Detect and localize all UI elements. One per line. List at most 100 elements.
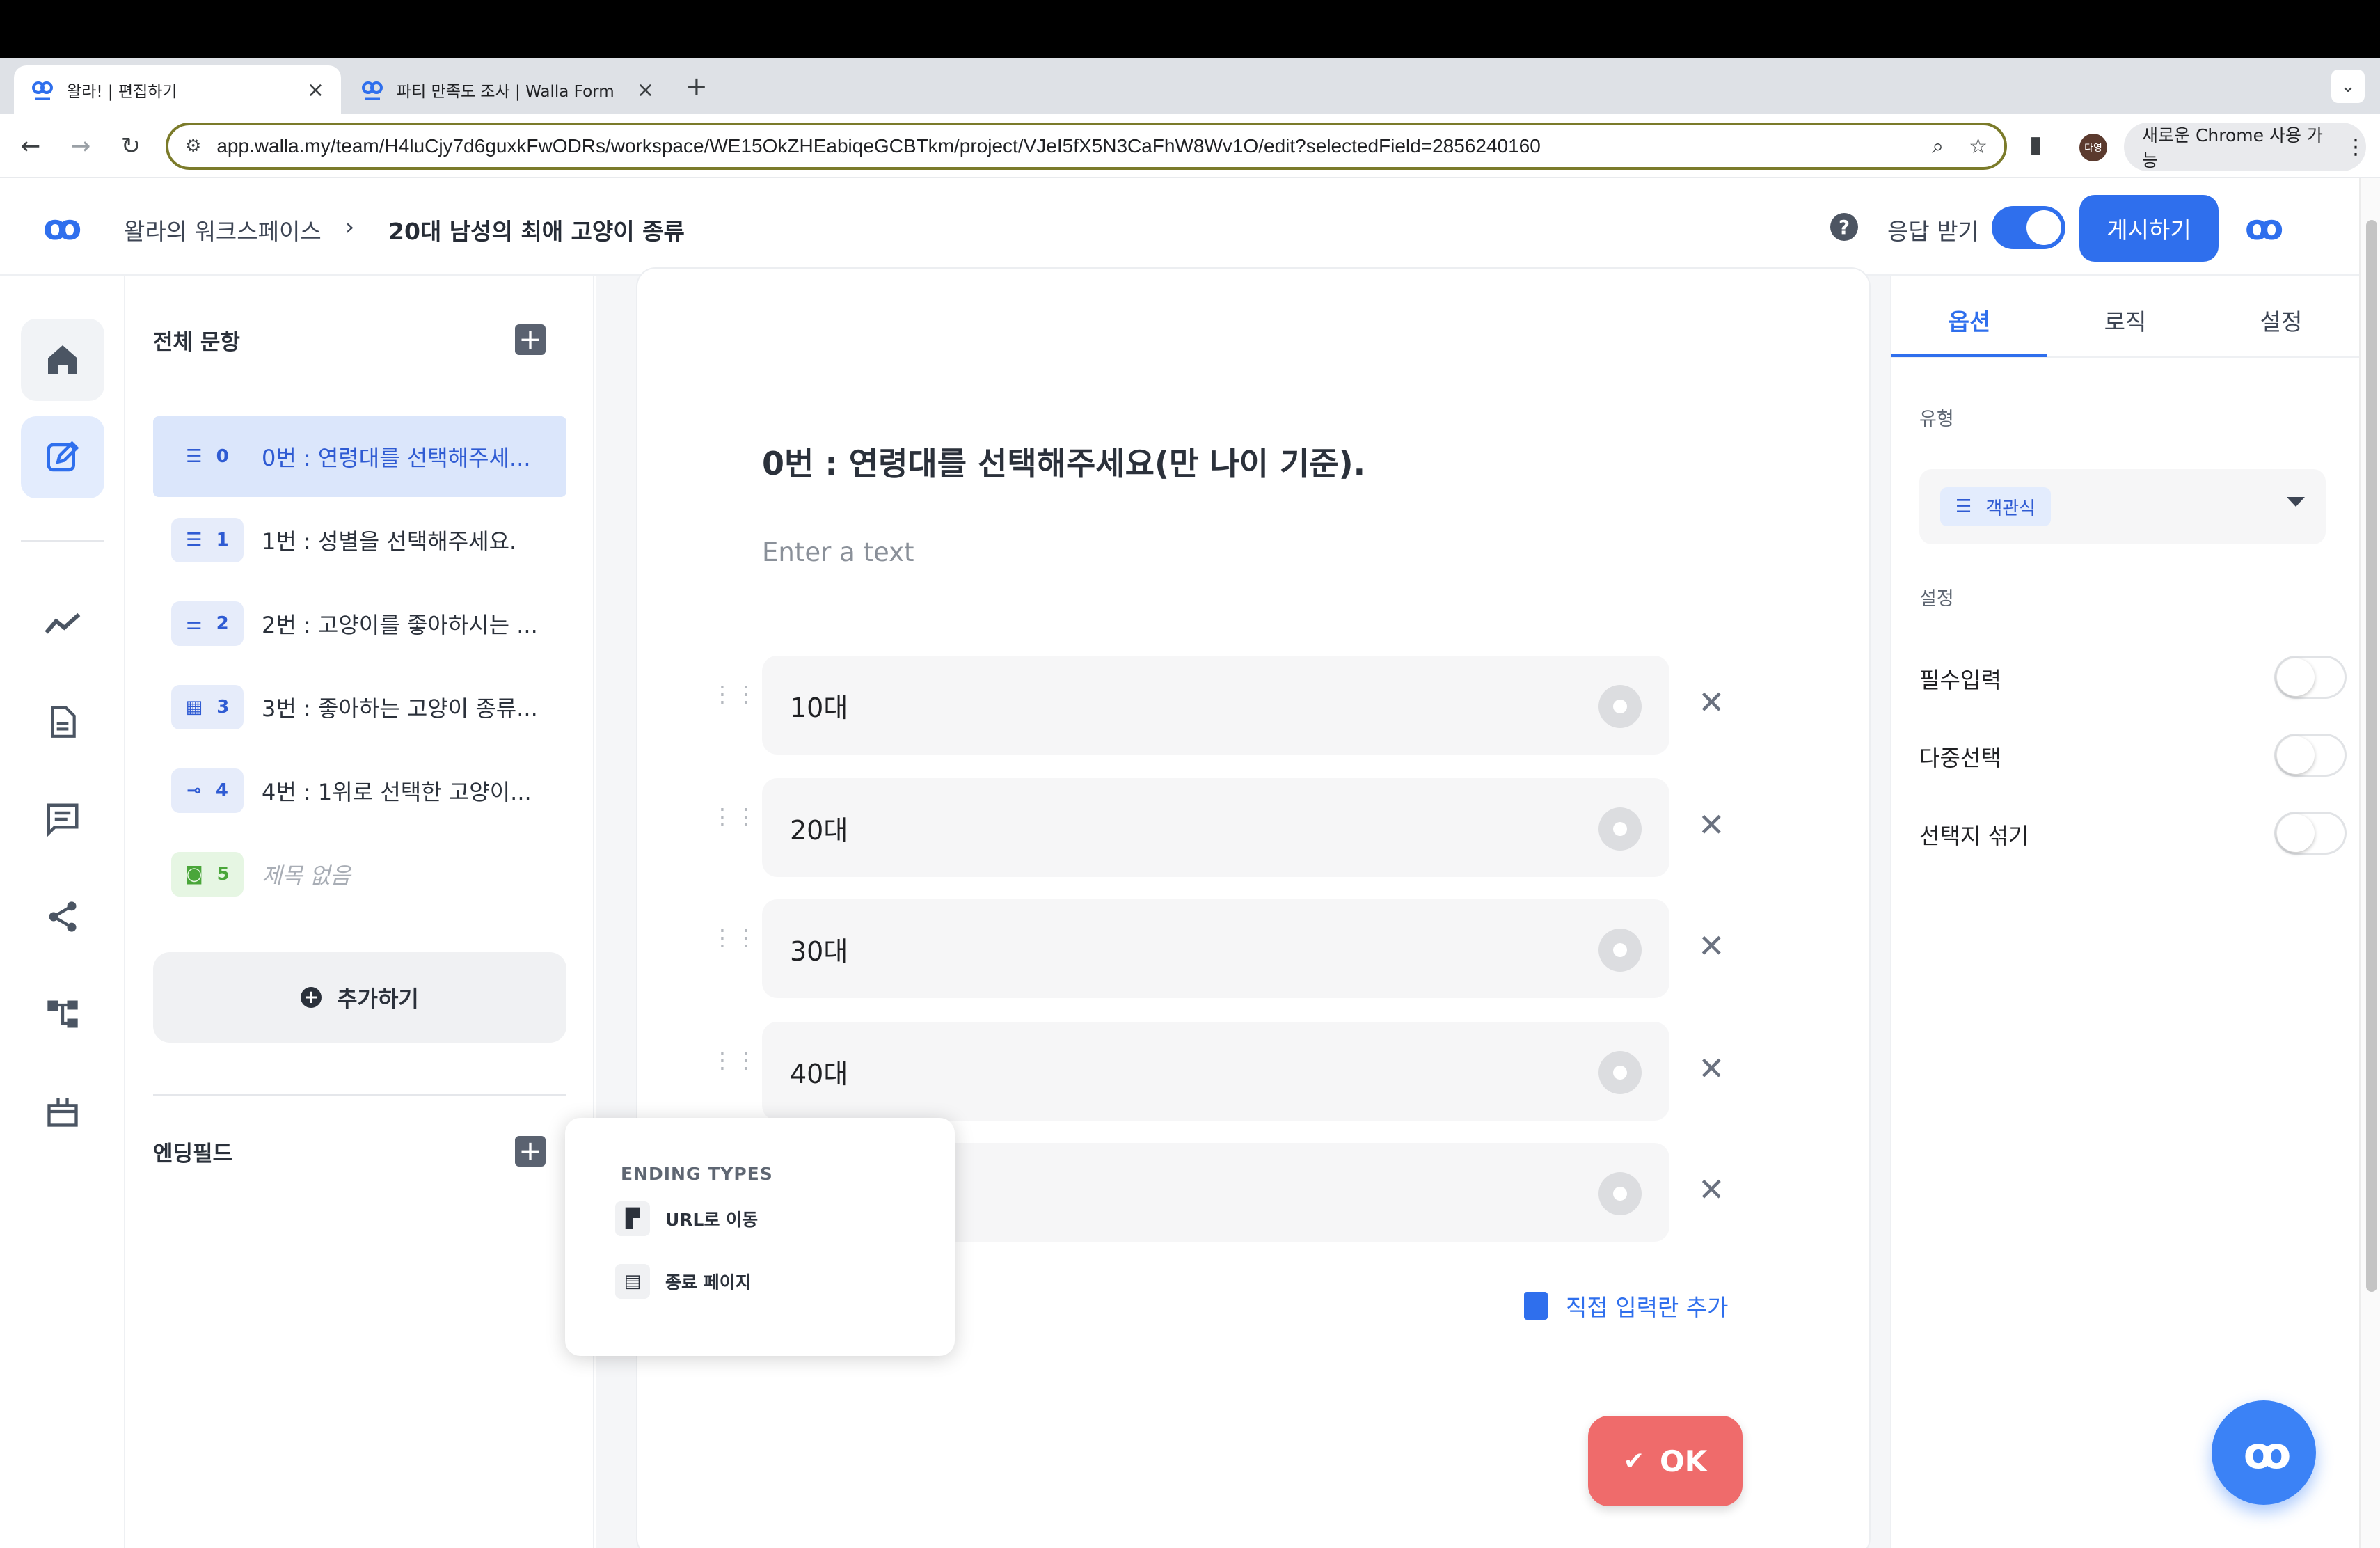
back-arrow-icon[interactable]: ← [14,129,47,163]
question-item-4[interactable]: ⊸ 4 4번 : 1위로 선택한 고양이... [153,750,566,831]
reload-icon[interactable]: ↻ [114,129,148,163]
publish-button[interactable]: 게시하기 [2079,195,2219,262]
setting-label: 선택지 섞기 [1919,823,2029,849]
url-text[interactable]: app.walla.my/team/H4luCjy7d6guxkFwODRs/w… [216,135,1907,157]
choice-label[interactable]: 40대 [790,1052,848,1091]
address-bar[interactable]: ⚙ app.walla.my/team/H4luCjy7d6guxkFwODRs… [166,123,2007,170]
walla-logo[interactable]: ꝏ [43,207,81,248]
responses-icon[interactable] [21,778,104,860]
radio-icon [1598,1172,1642,1215]
close-icon[interactable]: × [307,78,324,102]
question-description-input[interactable]: Enter a text [762,537,914,567]
gift-icon[interactable] [21,1071,104,1153]
question-item-2[interactable]: ⚌ 2 2번 : 고양이를 좋아하시는 ... [153,583,566,664]
page-scrollbar[interactable] [2359,178,2380,1548]
edit-icon[interactable] [21,416,104,498]
remove-choice-icon[interactable]: ✕ [1698,1050,1725,1087]
profile-avatar[interactable]: 다영 [2079,134,2107,161]
radio-icon [1598,1051,1642,1094]
walla-chat-button[interactable]: ꝏ [2212,1400,2316,1505]
bookmark-star-icon[interactable]: ☆ [1969,134,1988,159]
choice-option-1[interactable]: 10대 [762,656,1669,755]
choice-label[interactable]: 20대 [790,809,848,847]
drag-handle-icon[interactable]: ⋮⋮ [711,1049,757,1071]
choice-option-3[interactable]: 30대 [762,899,1669,998]
drag-handle-icon[interactable]: ⋮⋮ [711,805,757,828]
question-item-3[interactable]: ▦ 3 3번 : 좋아하는 고양이 종류... [153,667,566,748]
ending-type-url[interactable]: ▛ URL로 이동 [615,1201,758,1236]
drag-handle-icon[interactable]: ⋮⋮ [711,683,757,705]
ending-type-label: 종료 페이지 [665,1272,752,1293]
question-badge: ◙ 5 [171,852,244,897]
question-label: 4번 : 1위로 선택한 고양이... [262,779,532,805]
remove-choice-icon[interactable]: ✕ [1698,927,1725,965]
forward-arrow-icon[interactable]: → [64,129,97,163]
add-ending-icon[interactable]: + [515,1136,546,1167]
choice-option-4[interactable]: 40대 [762,1022,1669,1121]
breadcrumb-workspace[interactable]: 왈라의 워크스페이스 [124,213,322,246]
required-toggle[interactable] [2274,656,2347,699]
analytics-icon[interactable] [21,583,104,665]
ranking-icon: ⊸ [187,780,202,801]
choice-option-2[interactable]: 20대 [762,778,1669,877]
choice-label[interactable]: 30대 [790,930,848,968]
check-icon: ✔ [1623,1446,1644,1476]
flow-icon[interactable] [21,973,104,1055]
chrome-update-button[interactable]: 새로운 Chrome 사용 가능 ⋮ [2124,123,2366,171]
tab-strip: 왈라! | 편집하기 × 파티 만족도 조사 | Walla Form × [0,58,2380,114]
question-item-1[interactable]: ☰ 1 1번 : 성별을 선택해주세요. [153,500,566,580]
add-direct-input-button[interactable]: 직접 입력란 추가 [1524,1289,1729,1322]
site-settings-icon[interactable]: ⚙ [185,136,201,157]
zoom-icon[interactable]: ⌕ [1932,134,1944,159]
tab-settings[interactable]: 설정 [2203,303,2359,337]
remove-choice-icon[interactable]: ✕ [1698,1171,1725,1208]
share-icon[interactable] [21,876,104,958]
scrollbar-thumb[interactable] [2366,220,2377,1292]
shuffle-toggle[interactable] [2274,812,2347,855]
add-question-icon[interactable]: + [515,324,546,355]
question-type-select[interactable]: ☰ 객관식 [1919,469,2326,544]
ending-types-popover: ENDING TYPES ▛ URL로 이동 ▤ 종료 페이지 [565,1118,955,1356]
walla-logo-right[interactable]: ꝏ [2245,207,2283,248]
tab-logic[interactable]: 로직 [2047,303,2203,337]
question-badge: ⊸ 4 [171,768,244,813]
more-vert-icon: ⋮ [2345,134,2366,159]
document-icon [1524,1292,1548,1320]
type-value: 객관식 [1985,498,2036,519]
question-item-0[interactable]: ☰ 0 0번 : 연령대를 선택해주세... [153,416,566,497]
setting-required: 필수입력 [1919,653,2347,702]
breadcrumb-project[interactable]: 20대 남성의 최애 고양이 종류 [388,213,685,246]
multi-select-toggle[interactable] [2274,734,2347,777]
tab-options[interactable]: 옵션 [1891,303,2047,337]
active-tab-indicator [1891,354,2047,357]
chrome-update-label: 새로운 Chrome 사용 가능 [2142,125,2323,171]
popover-title: ENDING TYPES [621,1164,773,1184]
remove-choice-icon[interactable]: ✕ [1698,806,1725,844]
question-item-5[interactable]: ◙ 5 제목 없음 [153,834,566,915]
walla-logo-icon [32,81,53,100]
setting-label: 필수입력 [1919,667,2001,693]
home-icon[interactable] [21,319,104,401]
tab-editor[interactable]: 왈라! | 편집하기 × [14,65,341,114]
ok-label: OK [1659,1444,1708,1478]
tab-party-survey[interactable]: 파티 만족도 조사 | Walla Form × [344,65,671,114]
question-title[interactable]: 0번 : 연령대를 선택해주세요(만 나이 기준). [762,439,1365,484]
short-text-icon: ⚌ [186,613,203,634]
new-tab-button[interactable]: + [685,71,708,102]
document-icon[interactable] [21,681,104,763]
tab-search-chevron-icon[interactable]: ⌄ [2331,70,2365,103]
remove-choice-icon[interactable]: ✕ [1698,684,1725,721]
walla-logo-icon [362,81,383,100]
add-question-button[interactable]: + 추가하기 [153,952,566,1043]
side-panel-icon[interactable]: ▮ [2029,131,2042,159]
choice-label[interactable]: 10대 [790,686,848,725]
os-menu-bar [0,0,2380,58]
ok-button[interactable]: ✔ OK [1588,1416,1743,1506]
plus-circle-icon: + [301,987,322,1008]
response-toggle[interactable] [1992,206,2065,249]
ending-type-page[interactable]: ▤ 종료 페이지 [615,1264,752,1299]
help-icon[interactable]: ? [1830,213,1858,241]
close-icon[interactable]: × [637,78,654,102]
all-questions-title: 전체 문항 [153,330,240,355]
drag-handle-icon[interactable]: ⋮⋮ [711,926,757,949]
